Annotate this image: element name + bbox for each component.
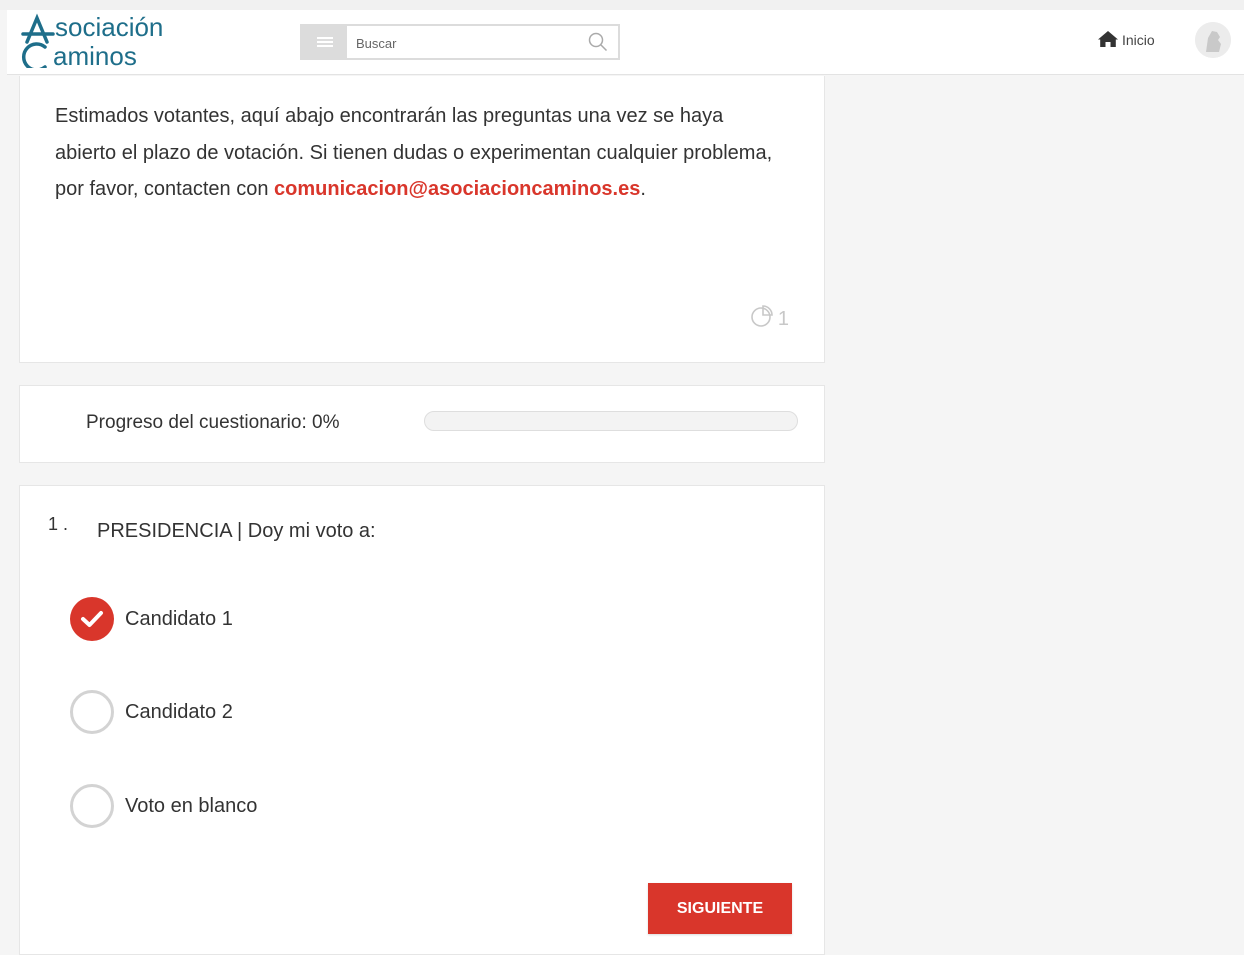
question-number: 1 . bbox=[48, 514, 69, 534]
home-icon bbox=[1097, 30, 1122, 51]
intro-text: Estimados votantes, aquí abajo encontrar… bbox=[55, 98, 775, 208]
search-input[interactable] bbox=[354, 30, 578, 56]
option-label: Candidato 2 bbox=[125, 700, 233, 723]
option-voto-en-blanco[interactable]: Voto en blanco bbox=[70, 784, 257, 828]
pie-chart-icon bbox=[750, 304, 778, 334]
response-count: 1 bbox=[777, 307, 789, 330]
logo[interactable]: sociación aminos bbox=[19, 12, 219, 68]
progress-label: Progreso del cuestionario: 0% bbox=[86, 412, 340, 433]
next-button[interactable]: SIGUIENTE bbox=[648, 883, 792, 934]
progress-card: Progreso del cuestionario: 0% bbox=[19, 385, 825, 463]
logo-line1: sociación bbox=[55, 12, 163, 42]
intro-period: . bbox=[640, 178, 646, 200]
contact-email-link[interactable]: comunicacion@asociacioncaminos.es bbox=[274, 178, 640, 200]
progress-bar bbox=[424, 411, 798, 431]
home-link[interactable]: Inicio bbox=[1097, 28, 1155, 52]
search-bar bbox=[300, 24, 620, 60]
hamburger-icon bbox=[316, 35, 333, 49]
option-candidato-1[interactable]: Candidato 1 bbox=[70, 597, 233, 641]
radio-unchecked-icon[interactable] bbox=[70, 690, 114, 734]
radio-checked-icon[interactable] bbox=[70, 597, 114, 641]
home-label: Inicio bbox=[1122, 32, 1155, 48]
option-candidato-2[interactable]: Candidato 2 bbox=[70, 690, 233, 734]
question-text: PRESIDENCIA | Doy mi voto a: bbox=[97, 520, 376, 542]
avatar[interactable] bbox=[1195, 22, 1231, 58]
logo-line2: aminos bbox=[53, 41, 137, 68]
radio-unchecked-icon[interactable] bbox=[70, 784, 114, 828]
option-label: Candidato 1 bbox=[125, 607, 233, 630]
question-card: 1 . PRESIDENCIA | Doy mi voto a: Candida… bbox=[19, 485, 825, 955]
intro-card: Estimados votantes, aquí abajo encontrar… bbox=[19, 76, 825, 363]
top-strip bbox=[0, 0, 1244, 10]
header: sociación aminos Inicio bbox=[7, 10, 1244, 75]
menu-toggle-button[interactable] bbox=[302, 26, 347, 58]
search-icon[interactable] bbox=[588, 32, 608, 57]
option-label: Voto en blanco bbox=[125, 794, 258, 817]
response-stat: 1 bbox=[750, 304, 789, 334]
